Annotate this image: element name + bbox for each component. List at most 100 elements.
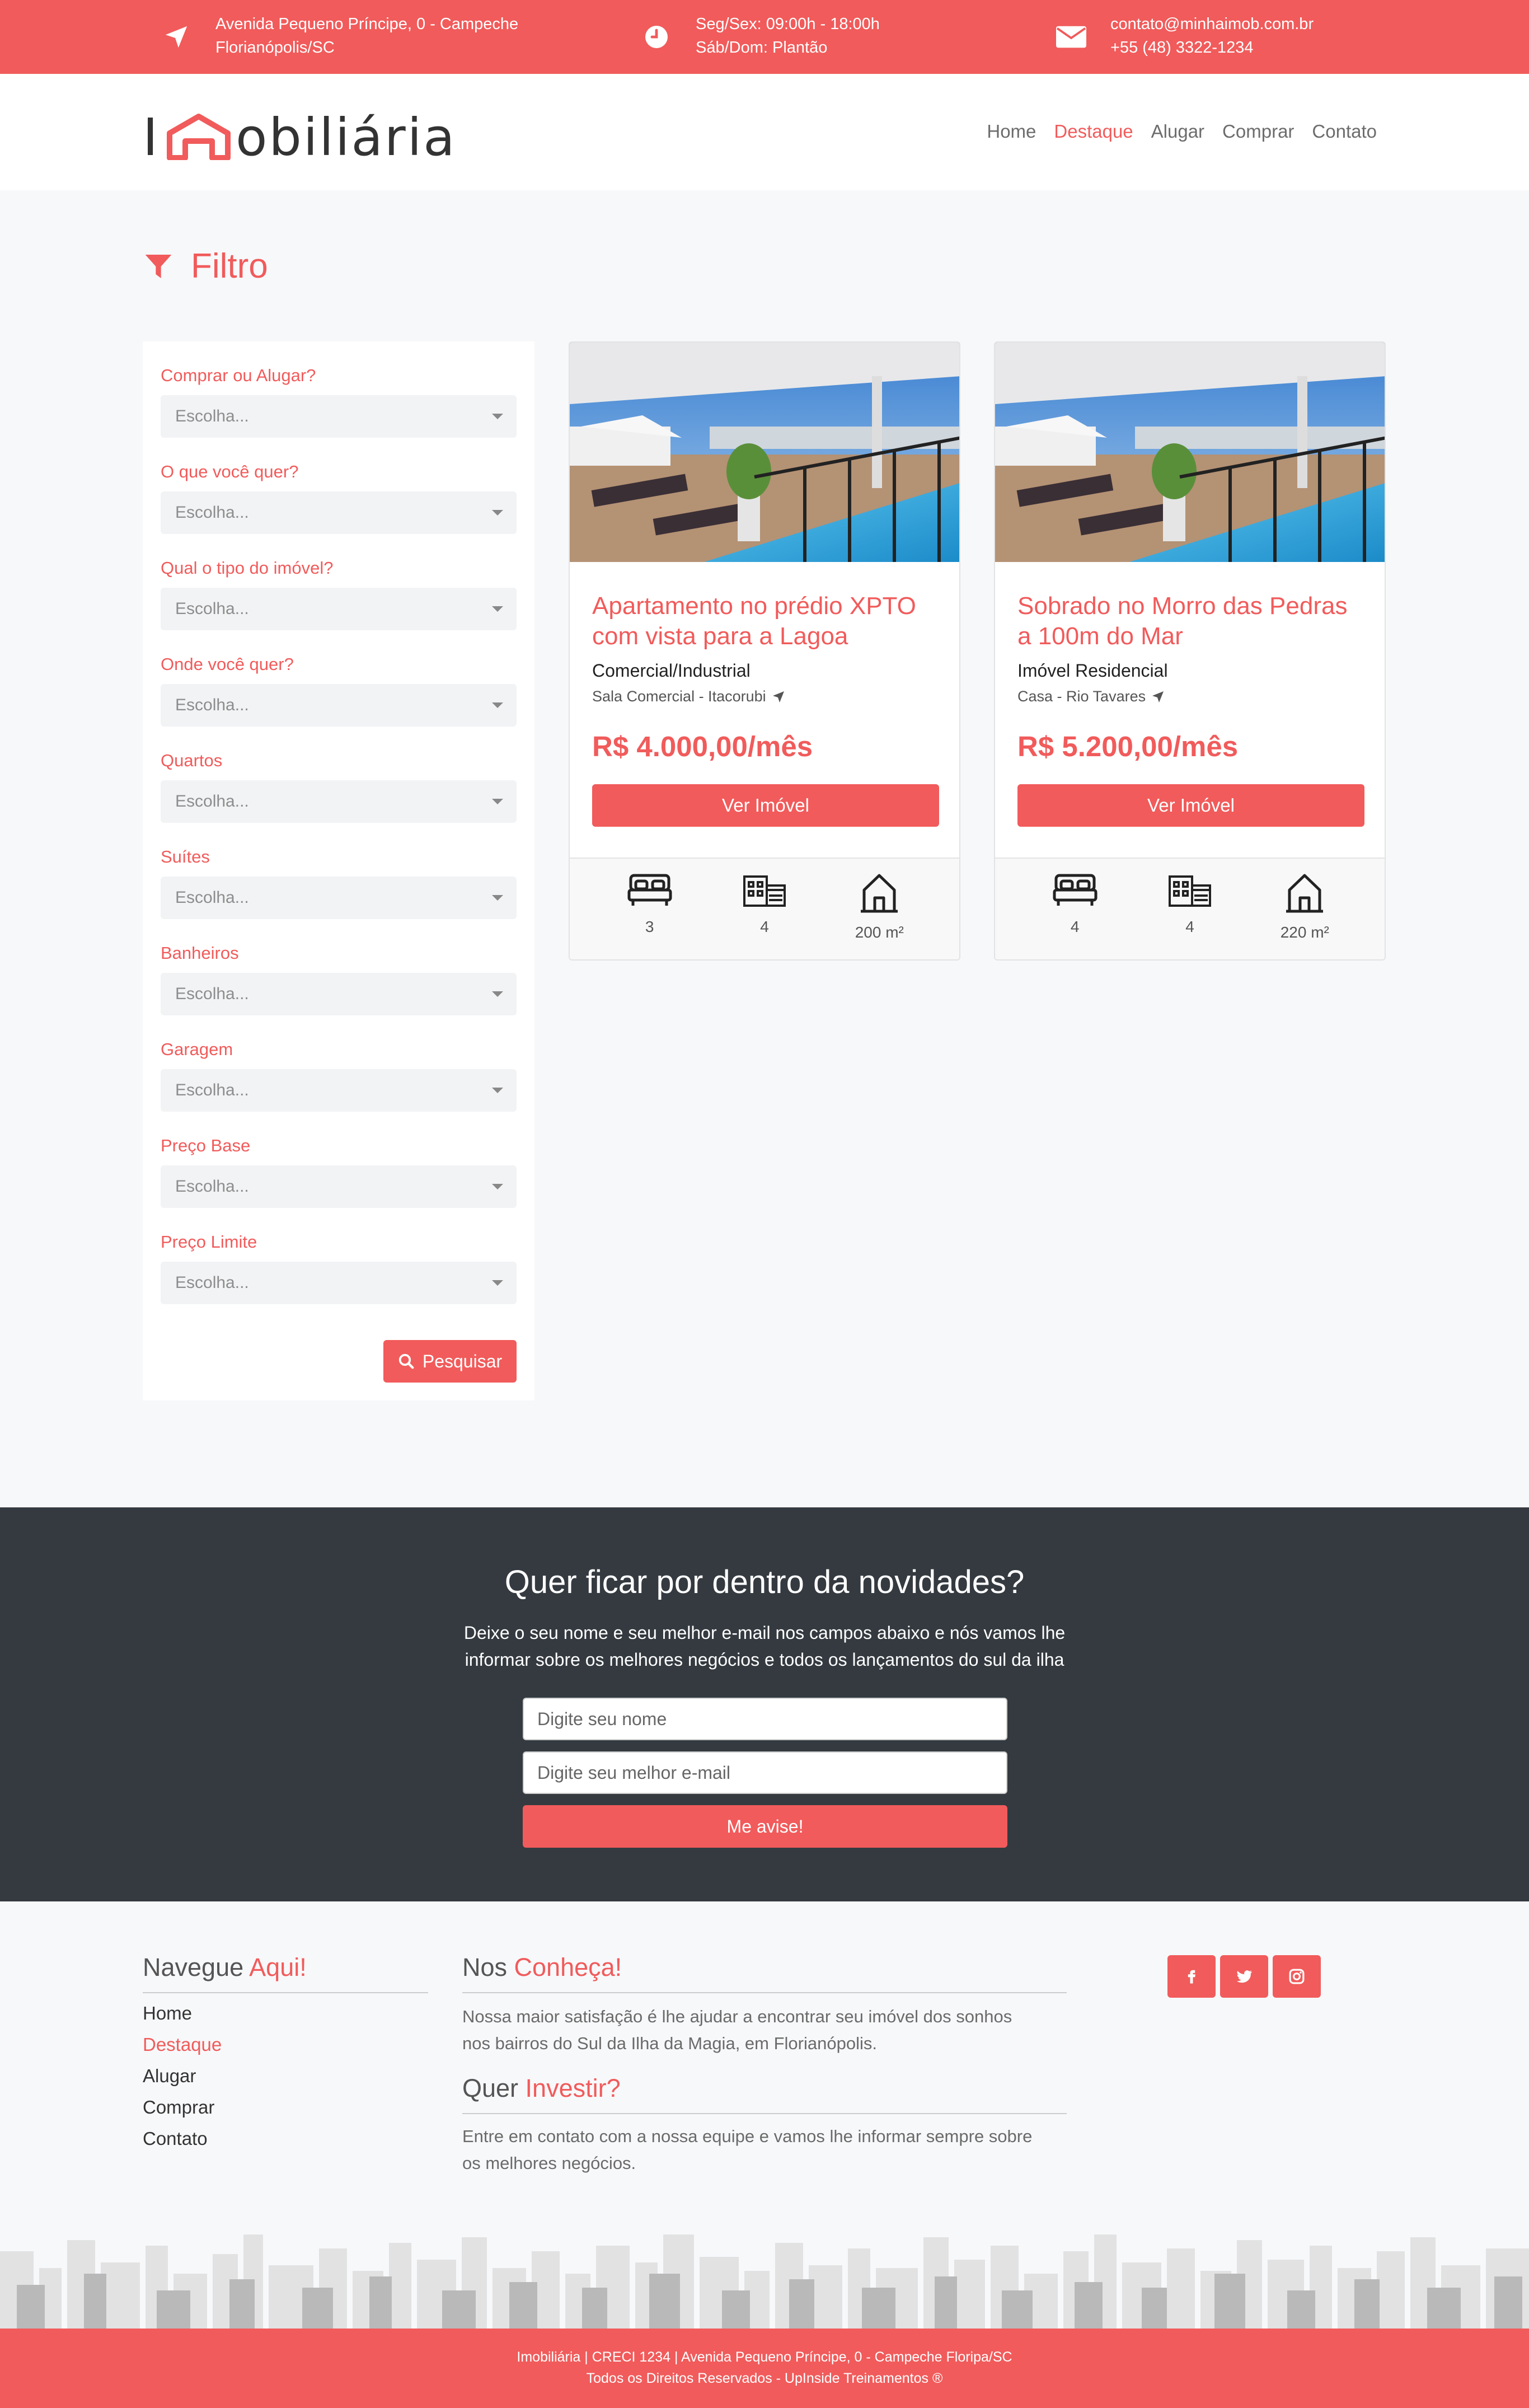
copyright-bar: Imobiliária | CRECI 1234 | Avenida Peque…	[0, 2329, 1529, 2408]
nav-alugar[interactable]: Alugar	[1151, 121, 1204, 142]
filter-label: Onde você quer?	[161, 654, 294, 674]
social-links	[1167, 1955, 1321, 1998]
newsletter-description: Deixe o seu nome e seu melhor e-mail nos…	[0, 1619, 1529, 1673]
about-text-line: Nossa maior satisfação é lhe ajudar a en…	[462, 2007, 1012, 2026]
area-size: 200 m²	[855, 924, 904, 941]
footer-nav-destaque[interactable]: Destaque	[143, 2029, 222, 2060]
filter-funnel-icon	[145, 254, 172, 278]
property-image[interactable]	[995, 343, 1385, 562]
property-title[interactable]: Sobrado no Morro das Pedras a 100m do Ma…	[1017, 591, 1362, 652]
feature-bedrooms: 3	[599, 873, 700, 959]
contact-email[interactable]: contato@minhaimob.com.br	[1110, 12, 1314, 36]
footer-nav-contato[interactable]: Contato	[143, 2123, 222, 2154]
nav-home[interactable]: Home	[987, 121, 1036, 142]
filter-title: Filtro	[191, 247, 268, 285]
filter-heading: Filtro	[143, 246, 268, 286]
address-info: Avenida Pequeno Príncipe, 0 - Campeche F…	[160, 12, 518, 59]
property-location-text: Sala Comercial - Itacorubi	[592, 688, 766, 705]
filter-field: Onde você quer? Escolha...	[161, 650, 517, 747]
suites-select[interactable]: Escolha...	[161, 877, 517, 919]
filter-label: Preço Base	[161, 1136, 251, 1155]
filter-field: Quartos Escolha...	[161, 747, 517, 843]
newsletter-title: Quer ficar por dentro da novidades?	[504, 1564, 1025, 1600]
contact-info: contato@minhaimob.com.br +55 (48) 3322-1…	[1054, 12, 1314, 59]
property-type-select[interactable]: Escolha...	[161, 588, 517, 630]
filter-field: O que você quer? Escolha...	[161, 458, 517, 554]
site-header: I obiliária Home Destaque Alugar Comprar…	[0, 74, 1529, 190]
about-text-line: nos bairros do Sul da Ilha da Magia, em …	[462, 2034, 877, 2053]
about-title-b: Conheça!	[514, 1953, 622, 1981]
property-image[interactable]	[570, 343, 959, 562]
main-nav: Home Destaque Alugar Comprar Contato	[987, 121, 1377, 142]
clock-icon	[640, 20, 673, 54]
footer-nav-home[interactable]: Home	[143, 1998, 222, 2029]
hours-weekday: Seg/Sex: 09:00h - 18:00h	[696, 15, 880, 33]
view-property-button[interactable]: Ver Imóvel	[592, 784, 939, 827]
envelope-icon	[1054, 20, 1088, 54]
property-category: Comercial/Industrial	[592, 660, 751, 681]
invest-text: Entre em contato com a nossa equipe e va…	[462, 2123, 1032, 2177]
copyright-line-1: Imobiliária | CRECI 1234 | Avenida Peque…	[517, 2349, 1012, 2365]
property-location: Casa - Rio Tavares	[1017, 688, 1362, 705]
chevron-down-icon	[492, 702, 503, 708]
property-features: 4 4 220 m²	[995, 859, 1385, 959]
garage-select[interactable]: Escolha...	[161, 1069, 517, 1112]
property-features: 3 4 200 m²	[570, 859, 959, 959]
building-garage-icon	[743, 875, 786, 907]
facebook-icon	[1188, 1970, 1195, 1984]
location-select[interactable]: Escolha...	[161, 684, 517, 727]
name-input[interactable]: Digite seu nome	[523, 1698, 1007, 1740]
filter-field: Qual o tipo do imóvel? Escolha...	[161, 554, 517, 650]
site-footer: Navegue Aqui! Home Destaque Alugar Compr…	[0, 1901, 1529, 2408]
filter-label: Qual o tipo do imóvel?	[161, 558, 334, 578]
chevron-down-icon	[492, 1088, 503, 1093]
filter-field: Comprar ou Alugar? Escolha...	[161, 362, 517, 458]
city-skyline-illustration	[0, 2234, 1529, 2330]
filter-field: Suítes Escolha...	[161, 843, 517, 939]
search-button-label: Pesquisar	[422, 1351, 503, 1371]
footer-nav-title-b: Aqui!	[249, 1953, 307, 1981]
chevron-down-icon	[492, 1184, 503, 1189]
what-you-want-select[interactable]: Escolha...	[161, 491, 517, 534]
top-info-bar: Avenida Pequeno Príncipe, 0 - Campeche F…	[0, 0, 1529, 74]
nav-comprar[interactable]: Comprar	[1222, 121, 1294, 142]
invest-text-line: os melhores negócios.	[462, 2153, 636, 2173]
instagram-button[interactable]	[1273, 1955, 1321, 1998]
property-title[interactable]: Apartamento no prédio XPTO com vista par…	[592, 591, 937, 652]
limit-price-select[interactable]: Escolha...	[161, 1262, 517, 1304]
search-button[interactable]: Pesquisar	[383, 1340, 517, 1383]
address-line-2: Florianópolis/SC	[215, 39, 335, 57]
area-size: 220 m²	[1280, 924, 1329, 941]
bedrooms-select[interactable]: Escolha...	[161, 780, 517, 823]
site-logo[interactable]: I obiliária	[143, 107, 457, 163]
bathrooms-select[interactable]: Escolha...	[161, 973, 517, 1015]
chevron-down-icon	[492, 606, 503, 612]
chevron-down-icon	[492, 414, 503, 419]
nav-destaque[interactable]: Destaque	[1054, 121, 1133, 142]
filter-field: Banheiros Escolha...	[161, 939, 517, 1036]
hours-info: Seg/Sex: 09:00h - 18:00h Sáb/Dom: Plantã…	[640, 12, 880, 59]
filter-panel: Comprar ou Alugar? Escolha... O que você…	[143, 341, 534, 1400]
footer-nav-comprar[interactable]: Comprar	[143, 2092, 222, 2123]
facebook-button[interactable]	[1167, 1955, 1216, 1998]
house-icon	[861, 874, 898, 913]
notify-me-button[interactable]: Me avise!	[523, 1805, 1007, 1848]
property-card-body: Sobrado no Morro das Pedras a 100m do Ma…	[995, 562, 1385, 859]
logo-text-suffix: obiliária	[236, 107, 457, 167]
twitter-button[interactable]	[1220, 1955, 1268, 1998]
chevron-down-icon	[492, 510, 503, 516]
filter-label: Quartos	[161, 751, 223, 770]
base-price-select[interactable]: Escolha...	[161, 1165, 517, 1208]
filter-label: O que você quer?	[161, 462, 299, 481]
property-location-text: Casa - Rio Tavares	[1017, 688, 1146, 705]
email-input[interactable]: Digite seu melhor e-mail	[523, 1751, 1007, 1794]
house-logo-icon	[167, 114, 231, 160]
feature-area: 220 m²	[1254, 873, 1355, 959]
buy-or-rent-select[interactable]: Escolha...	[161, 395, 517, 438]
nav-contato[interactable]: Contato	[1312, 121, 1377, 142]
footer-nav-alugar[interactable]: Alugar	[143, 2060, 222, 2092]
bedrooms-count: 4	[1070, 918, 1080, 935]
contact-phone[interactable]: +55 (48) 3322-1234	[1110, 36, 1314, 59]
property-card: Sobrado no Morro das Pedras a 100m do Ma…	[994, 341, 1386, 961]
view-property-button[interactable]: Ver Imóvel	[1017, 784, 1364, 827]
